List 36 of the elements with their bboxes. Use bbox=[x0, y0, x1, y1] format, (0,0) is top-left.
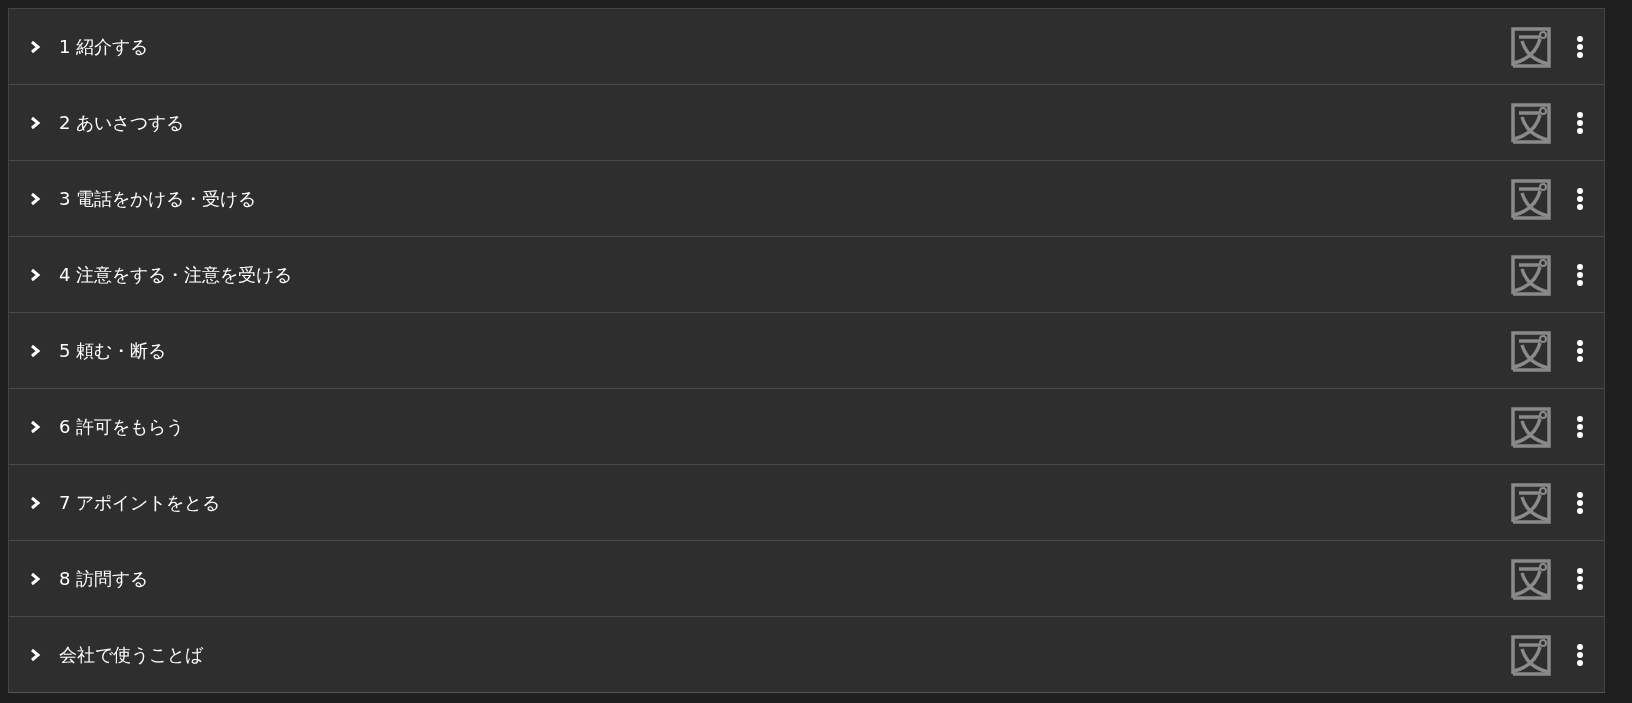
section-title[interactable]: 8 訪問する bbox=[59, 566, 1510, 591]
boxed-symbol-icon[interactable] bbox=[1510, 101, 1552, 144]
chevron-icon[interactable] bbox=[29, 191, 41, 206]
more-icon[interactable] bbox=[1576, 566, 1584, 591]
more-icon[interactable] bbox=[1576, 262, 1584, 287]
boxed-symbol-icon[interactable] bbox=[1510, 557, 1552, 600]
boxed-symbol-icon[interactable] bbox=[1510, 633, 1552, 676]
more-icon[interactable] bbox=[1576, 490, 1584, 515]
more-icon[interactable] bbox=[1576, 338, 1584, 363]
chevron-icon[interactable] bbox=[29, 267, 41, 282]
section-title[interactable]: 3 電話をかける・受ける bbox=[59, 186, 1510, 211]
section-title[interactable]: 2 あいさつする bbox=[59, 110, 1510, 135]
boxed-symbol-icon[interactable] bbox=[1510, 405, 1552, 448]
chevron-icon[interactable] bbox=[29, 39, 41, 54]
section-title[interactable]: 5 頼む・断る bbox=[59, 338, 1510, 363]
boxed-symbol-icon[interactable] bbox=[1510, 25, 1552, 68]
chevron-icon[interactable] bbox=[29, 647, 41, 662]
more-icon[interactable] bbox=[1576, 414, 1584, 439]
boxed-symbol-icon[interactable] bbox=[1510, 177, 1552, 220]
section-title[interactable]: 4 注意をする・注意を受ける bbox=[59, 262, 1510, 287]
section-title[interactable]: 6 許可をもらう bbox=[59, 414, 1510, 439]
boxed-symbol-icon[interactable] bbox=[1510, 329, 1552, 372]
section-title[interactable]: 1 紹介する bbox=[59, 34, 1510, 59]
chevron-icon[interactable] bbox=[29, 571, 41, 586]
chevron-icon[interactable] bbox=[29, 419, 41, 434]
boxed-symbol-icon[interactable] bbox=[1510, 481, 1552, 524]
chevron-icon[interactable] bbox=[29, 343, 41, 358]
chevron-icon[interactable] bbox=[29, 115, 41, 130]
more-icon[interactable] bbox=[1576, 642, 1584, 667]
section-title[interactable]: 会社で使うことば bbox=[59, 642, 1510, 667]
section-title[interactable]: 7 アポイントをとる bbox=[59, 490, 1510, 515]
chevron-icon[interactable] bbox=[29, 495, 41, 510]
more-icon[interactable] bbox=[1576, 110, 1584, 135]
boxed-symbol-icon[interactable] bbox=[1510, 253, 1552, 296]
more-icon[interactable] bbox=[1576, 186, 1584, 211]
more-icon[interactable] bbox=[1576, 34, 1584, 59]
